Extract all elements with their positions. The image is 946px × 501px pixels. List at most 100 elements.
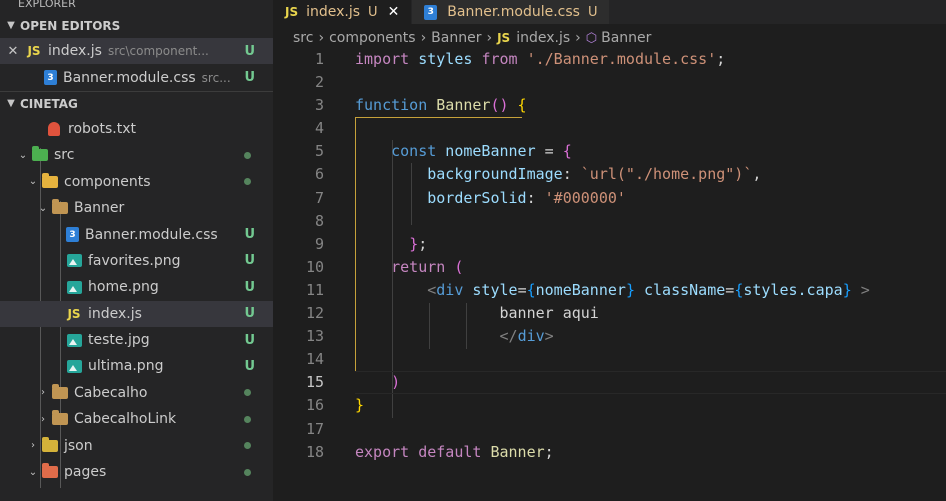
code-text: <div style={nomeBanner} className={style… [427, 280, 870, 299]
line-number: 7 [314, 188, 324, 207]
tree-item-ultima[interactable]: ultima.png U [0, 353, 273, 379]
tree-item-banner-folder[interactable]: ⌄ Banner [0, 195, 273, 221]
more-actions-icon[interactable]: ··· [237, 0, 255, 6]
line-number: 11 [305, 280, 324, 299]
tree-item-label: Banner [74, 200, 125, 217]
code-text: const nomeBanner = { [391, 142, 572, 161]
code-text: backgroundImage: `url("./home.png")`, [427, 165, 762, 184]
line-number: 2 [314, 73, 324, 92]
tree-item-pages[interactable]: ⌄ pages [0, 459, 273, 485]
image-file-icon [66, 358, 82, 374]
code-text: banner aqui [499, 304, 599, 323]
code-line: 6 backgroundImage: `url("./home.png")`, [273, 163, 946, 186]
git-modified-dot [244, 151, 251, 159]
git-status-badge: U [368, 4, 378, 20]
breadcrumb-item[interactable]: Banner [431, 30, 481, 46]
open-editors-title: OPEN EDITORS [20, 19, 121, 33]
tree-item-components[interactable]: ⌄ components [0, 169, 273, 195]
tree-item-label: home.png [88, 279, 159, 296]
tree-item-robots[interactable]: robots.txt [0, 116, 273, 142]
breadcrumb-item[interactable]: components [329, 30, 416, 46]
tree-item-src[interactable]: ⌄ src [0, 142, 273, 168]
folder-json-icon [42, 436, 58, 454]
chevron-down-icon: ⌄ [28, 176, 38, 188]
code-text: return ( [391, 257, 464, 276]
code-editor[interactable]: 1 import styles from './Banner.module.css… [273, 48, 946, 464]
open-editor-item-index-js[interactable]: ✕ JS index.js src\component... U [0, 38, 273, 65]
open-editor-label: Banner.module.css [63, 69, 196, 86]
breadcrumb-file[interactable]: index.js [516, 30, 570, 46]
tree-item-teste[interactable]: teste.jpg U [0, 327, 273, 353]
chevron-right-icon: › [318, 30, 325, 46]
tree-item-label: src [54, 147, 75, 164]
tree-item-label: index.js [88, 305, 142, 322]
code-line: 12 banner aqui [273, 302, 946, 325]
line-number: 3 [314, 96, 324, 115]
image-file-icon [66, 332, 82, 348]
code-line: 9 }; [273, 233, 946, 256]
css-file-icon: 3 [424, 4, 438, 20]
git-modified-dot [244, 389, 251, 397]
tree-item-json[interactable]: › json [0, 432, 273, 458]
line-number: 14 [305, 350, 324, 369]
js-file-icon: JS [27, 44, 41, 59]
git-status-badge: U [244, 306, 255, 322]
chevron-right-icon: › [575, 30, 581, 46]
folder-components-icon [42, 172, 58, 190]
close-tab-icon[interactable]: ✕ [388, 4, 400, 20]
line-number: 17 [305, 419, 324, 438]
code-text: export default Banner; [355, 442, 554, 461]
code-line: 7 borderSolid: '#000000' [273, 187, 946, 210]
line-number: 12 [305, 304, 324, 323]
git-modified-dot [244, 468, 251, 476]
line-number: 4 [314, 119, 324, 138]
tree-item-index-js[interactable]: JS index.js U [0, 300, 273, 327]
tab-bar: JS index.js U ✕ 3 Banner.module.css U [273, 0, 946, 24]
git-status-badge: U [244, 358, 255, 374]
chevron-down-icon: ▼ [7, 20, 15, 31]
explorer-title: EXPLORER ··· [0, 0, 273, 14]
git-status-badge: U [587, 4, 598, 20]
chevron-down-icon: ⌄ [38, 202, 48, 214]
tree-item-favorites[interactable]: favorites.png U [0, 248, 273, 274]
chevron-down-icon: ▼ [7, 97, 15, 109]
code-line-current: 15 ) [273, 371, 946, 394]
project-title: CINETAG [20, 96, 78, 111]
code-text: function Banner() { [355, 96, 527, 115]
code-text: ) [391, 373, 401, 392]
tree-item-label: Banner.module.css [85, 226, 218, 243]
git-status-badge: U [244, 227, 255, 243]
tree-item-home[interactable]: home.png U [0, 274, 273, 300]
breadcrumb-item[interactable]: src [293, 30, 313, 46]
tab-index-js[interactable]: JS index.js U ✕ [273, 0, 413, 24]
tab-label: Banner.module.css [447, 4, 580, 20]
open-editors-header[interactable]: ▼ OPEN EDITORS [0, 14, 273, 38]
tree-item-label: components [64, 173, 151, 190]
tree-item-cabecalholink[interactable]: › CabecalhoLink [0, 406, 273, 432]
breadcrumb-symbol[interactable]: Banner [601, 30, 651, 46]
open-editor-path: src\component... [107, 44, 209, 59]
chevron-right-icon: › [31, 440, 35, 452]
folder-pages-icon [42, 463, 58, 480]
tree-item-label: robots.txt [68, 120, 136, 137]
line-number: 13 [305, 327, 324, 346]
editor-area: JS index.js U ✕ 3 Banner.module.css U sr… [273, 0, 946, 501]
close-icon[interactable]: ✕ [0, 43, 26, 59]
open-editor-item-banner-css[interactable]: 3 Banner.module.css src... U [0, 64, 273, 90]
tree-item-banner-css[interactable]: 3 Banner.module.css U [0, 221, 273, 247]
tree-item-label: ultima.png [88, 358, 164, 375]
code-line: 1 import styles from './Banner.module.css… [273, 48, 946, 71]
code-line: 13 </div> [273, 325, 946, 348]
code-line: 3 function Banner() { [273, 94, 946, 117]
robot-icon [46, 121, 62, 137]
git-modified-dot [244, 415, 251, 423]
open-editor-label: index.js [48, 43, 102, 60]
folder-icon [52, 410, 68, 427]
project-header[interactable]: ▼ CINETAG [0, 92, 273, 116]
git-status-badge: U [244, 43, 255, 59]
tree-item-cabecalho[interactable]: › Cabecalho [0, 380, 273, 406]
image-file-icon [66, 253, 82, 269]
tree-item-label: Cabecalho [74, 384, 148, 401]
code-text: } [355, 396, 365, 415]
tab-banner-css[interactable]: 3 Banner.module.css U [412, 0, 611, 24]
